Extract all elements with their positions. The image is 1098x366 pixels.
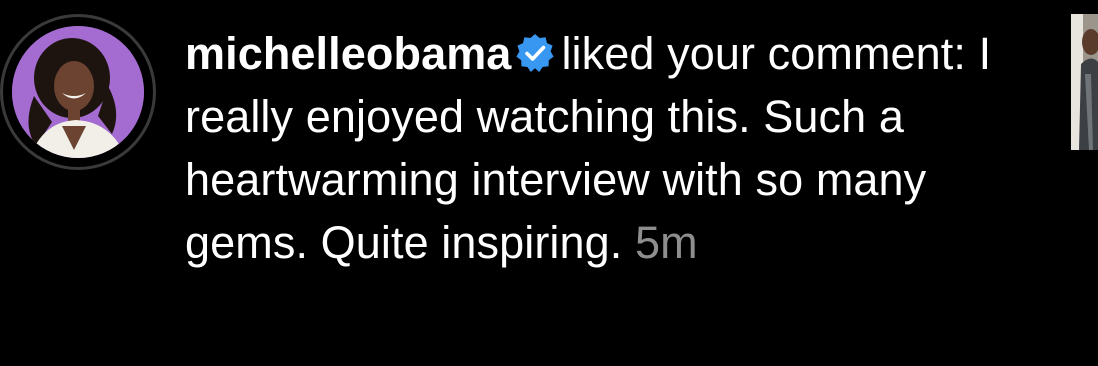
username-link[interactable]: michelleobama [185,28,511,79]
avatar[interactable] [12,26,144,158]
profile-photo-icon [12,26,144,158]
verified-badge-icon [516,34,555,72]
notification-text: michelleobama liked your comment: I reall… [185,22,1050,274]
timestamp: 5m [635,217,698,268]
action-text: liked your comment: [561,28,966,79]
post-thumbnail-icon [1071,14,1098,150]
post-thumbnail[interactable] [1071,14,1098,150]
activity-notification-row[interactable]: michelleobama liked your comment: I reall… [0,0,1098,366]
